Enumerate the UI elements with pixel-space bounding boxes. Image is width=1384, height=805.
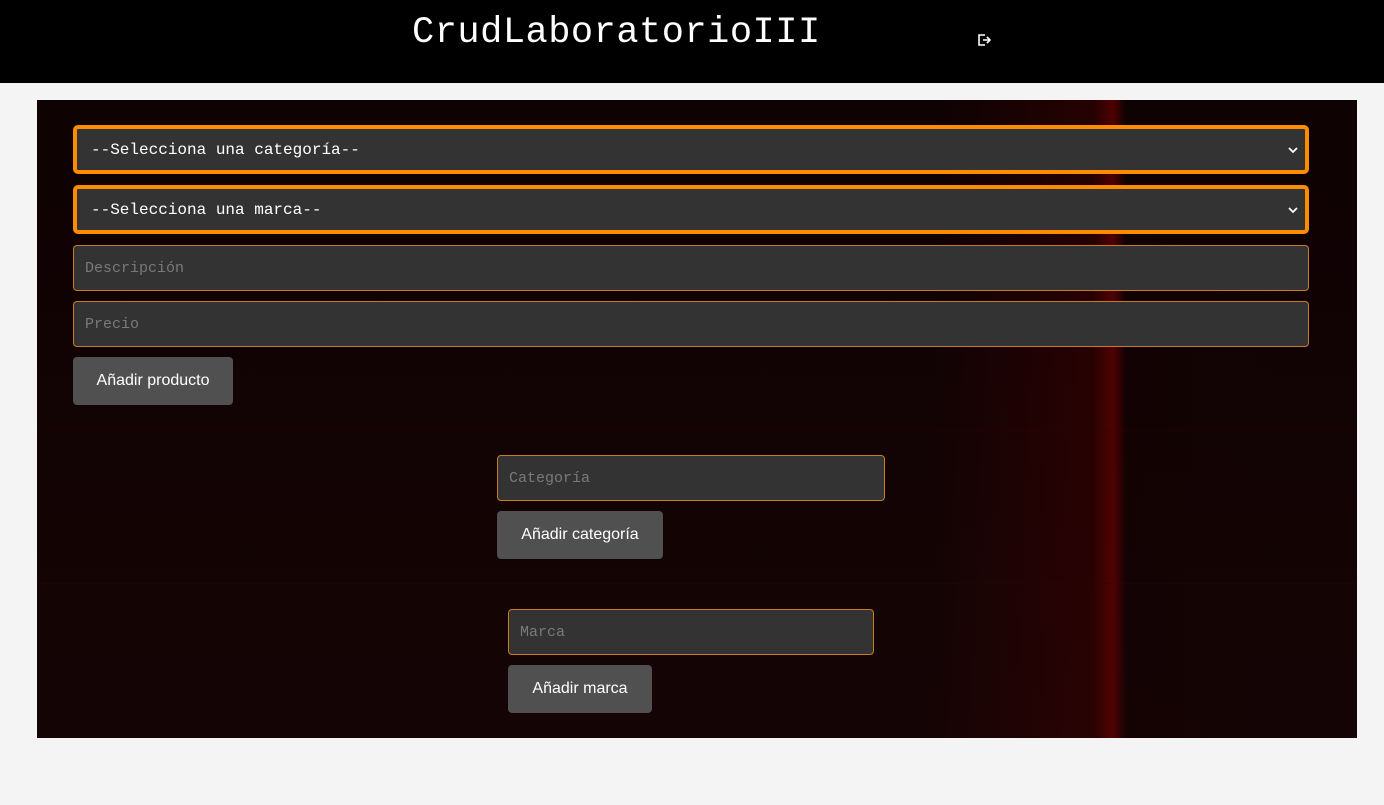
chevron-down-icon [1288,146,1298,153]
category-select[interactable]: --Selecciona una categoría-- [73,125,1309,174]
description-input[interactable]: Descripción [73,245,1309,291]
category-select-value: --Selecciona una categoría-- [91,140,360,159]
brand-input[interactable]: Marca [508,609,874,655]
top-header: CrudLaboratorioIII [0,0,1384,83]
add-category-button[interactable]: Añadir categoría [497,511,663,559]
brand-select[interactable]: --Selecciona una marca-- [73,185,1309,234]
description-placeholder: Descripción [85,259,185,277]
category-placeholder: Categoría [509,469,591,487]
add-brand-button[interactable]: Añadir marca [508,665,652,713]
app-title: CrudLaboratorioIII [412,12,821,54]
logout-icon[interactable] [976,32,992,48]
main-panel: --Selecciona una categoría-- --Seleccion… [37,100,1357,738]
price-placeholder: Precio [85,315,140,333]
brand-select-value: --Selecciona una marca-- [91,200,322,219]
price-input[interactable]: Precio [73,301,1309,347]
add-product-button[interactable]: Añadir producto [73,357,233,405]
brand-placeholder: Marca [520,623,566,641]
category-input[interactable]: Categoría [497,455,885,501]
chevron-down-icon [1288,206,1298,213]
